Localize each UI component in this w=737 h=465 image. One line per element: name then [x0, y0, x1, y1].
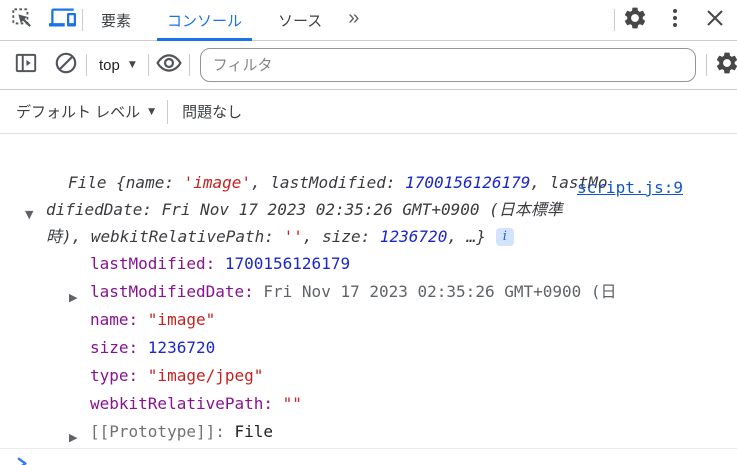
property-value: Fri Nov 17 2023 02:35:26 GMT+0900 (日 [263, 282, 617, 301]
tab-label: ソース [278, 12, 323, 30]
property-value: 1700156126179 [224, 254, 351, 273]
clear-console-button[interactable] [46, 47, 86, 83]
property-value: "image" [147, 310, 216, 329]
close-icon [703, 6, 727, 35]
preview-text: 時), webkitRelativePath: [46, 227, 284, 246]
prompt-chevron-icon [16, 456, 31, 465]
preview-text: File {name: [68, 173, 184, 192]
preview-text: , lastModified: [251, 173, 406, 192]
settings-button[interactable] [615, 2, 655, 38]
console-prompt[interactable] [0, 449, 737, 465]
eye-icon [155, 49, 183, 82]
filter-field-wrap [199, 48, 696, 82]
console-toolbar: top ▼ [0, 41, 737, 90]
object-preview[interactable]: ▼ File {name: 'image', lastModified: 170… [0, 169, 737, 250]
divider [82, 9, 83, 31]
preview-text: , …} [447, 227, 486, 246]
console-message: script.js:9 ▼ File {name: 'image', lastM… [0, 169, 737, 449]
tab-label: コンソール [167, 12, 243, 30]
property-key: webkitRelativePath: [90, 394, 283, 413]
sidebar-panel-icon [13, 50, 39, 81]
property-key: size: [90, 338, 148, 357]
preview-text: difiedDate: Fri Nov 17 2023 02:35:26 GMT… [46, 200, 563, 219]
property-row: type: "image/jpeg" [0, 362, 737, 390]
collapse-triangle-icon[interactable]: ▼ [25, 201, 33, 228]
inspect-element-button[interactable] [2, 2, 42, 38]
preview-line: 時), webkitRelativePath: '', size: 123672… [0, 223, 737, 250]
preview-text: , size: [302, 227, 380, 246]
log-levels-dropdown[interactable]: デフォルト レベル ▼ [4, 101, 167, 122]
devtools-tab-bar: 要素 コンソール ソース » [0, 0, 737, 41]
inspect-cursor-icon [9, 5, 35, 36]
object-properties: lastModified: 1700156126179 ▶ lastModifie… [0, 250, 737, 446]
property-value: "" [282, 394, 302, 413]
close-devtools-button[interactable] [695, 2, 735, 38]
device-toolbar-icon [48, 4, 76, 36]
menu-button[interactable] [655, 2, 695, 38]
console-sidebar-toggle-button[interactable] [6, 47, 46, 83]
console-settings-button[interactable] [707, 47, 737, 83]
property-key: [[Prototype]]: [90, 422, 235, 441]
three-dot-menu-icon [663, 6, 687, 35]
expand-triangle-icon[interactable]: ▶ [69, 424, 77, 452]
property-key: name: [90, 310, 148, 329]
property-value: File [234, 422, 274, 441]
property-row: size: 1236720 [0, 334, 737, 362]
context-label: top [99, 56, 120, 74]
more-tabs-button[interactable]: » [340, 7, 367, 30]
property-value: "image/jpeg" [147, 366, 264, 385]
chevron-down-icon: ▼ [128, 60, 136, 70]
tab-sources[interactable]: ソース [272, 0, 328, 41]
issues-label: 問題なし [182, 104, 243, 121]
divider [188, 54, 190, 76]
context-selector[interactable]: top ▼ [87, 57, 148, 74]
property-row: name: "image" [0, 306, 737, 334]
chevron-down-icon: ▼ [148, 106, 156, 117]
issues-status[interactable]: 問題なし [168, 101, 256, 122]
device-toolbar-button[interactable] [42, 2, 82, 38]
property-row[interactable]: ▶ [[Prototype]]: File [0, 418, 737, 446]
string-token: 'image' [183, 173, 252, 192]
live-expression-button[interactable] [149, 47, 189, 83]
property-value: 1236720 [147, 338, 216, 357]
preview-line: File {name: 'image', lastModified: 17001… [0, 169, 737, 196]
property-key: lastModifiedDate: [90, 282, 264, 301]
preview-text: , lastMo [530, 173, 608, 192]
tab-label: 要素 [101, 12, 132, 30]
tab-console[interactable]: コンソール [157, 0, 253, 41]
property-row: lastModified: 1700156126179 [0, 250, 737, 278]
double-chevron-icon: » [348, 7, 360, 29]
active-tab-underline [157, 37, 253, 41]
preview-line: difiedDate: Fri Nov 17 2023 02:35:26 GMT… [0, 196, 737, 223]
block-icon [53, 50, 79, 81]
tab-elements[interactable]: 要素 [95, 0, 137, 41]
number-token: 1236720 [379, 227, 448, 246]
property-row: webkitRelativePath: "" [0, 390, 737, 418]
filter-input[interactable] [199, 48, 696, 82]
gear-icon [622, 5, 648, 36]
number-token: 1700156126179 [405, 173, 531, 192]
console-output: script.js:9 ▼ File {name: 'image', lastM… [0, 169, 737, 465]
property-key: type: [90, 366, 148, 385]
console-levels-bar: デフォルト レベル ▼ 問題なし [0, 90, 737, 134]
levels-label: デフォルト レベル [16, 104, 141, 121]
info-icon: i [495, 227, 514, 246]
gear-icon [714, 50, 737, 81]
string-token: '' [283, 227, 303, 246]
property-key: lastModified: [90, 254, 225, 273]
property-row[interactable]: ▶ lastModifiedDate: Fri Nov 17 2023 02:35… [0, 278, 737, 306]
